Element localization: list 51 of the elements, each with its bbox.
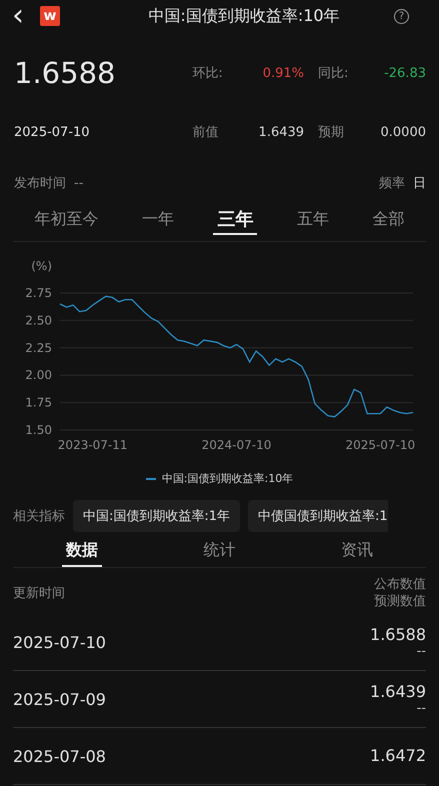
range-tab[interactable]: 全部 [368, 207, 408, 235]
y-axis-label: 1.75 [25, 396, 52, 410]
table-cell: 1.6472 [370, 746, 426, 766]
frequency-label: 频率 [379, 175, 405, 192]
data-tab[interactable]: 数据 [62, 534, 102, 567]
table-cell: 2025-07-08 [13, 746, 106, 766]
table-cell: -- [416, 645, 426, 659]
current-value: 1.6588 [14, 56, 116, 90]
column-header: 更新时间 [13, 585, 65, 602]
range-tab[interactable]: 一年 [138, 207, 178, 235]
y-axis-label: 2.00 [25, 368, 52, 382]
release-time-label: 发布时间 [14, 175, 66, 192]
stat-label: 同比: [318, 65, 350, 82]
release-date: 2025-07-10 [14, 124, 91, 140]
x-axis-label: 2023-07-11 [58, 438, 128, 452]
table-cell: 2025-07-09 [13, 690, 106, 708]
related-indicator[interactable]: 中债国债到期收益率:1 [248, 500, 388, 532]
stat-value: -26.83 [383, 66, 426, 80]
data-tab[interactable]: 资讯 [337, 534, 378, 567]
column-header: 公布数值 [374, 576, 426, 593]
y-axis-label: 2.50 [25, 313, 52, 328]
back-button[interactable]: ‹ [12, 1, 34, 31]
y-axis-label: 1.50 [25, 423, 52, 437]
x-axis-label: 2024-07-10 [202, 438, 272, 452]
page-title: 中国:国债到期收益率:10年 [147, 6, 341, 26]
data-tab[interactable]: 统计 [199, 534, 240, 567]
x-axis-label: 2025-07-10 [345, 438, 416, 452]
table-cell: -- [416, 702, 426, 716]
stat-value: 0.0000 [380, 124, 426, 140]
release-time-value: -- [74, 176, 84, 190]
table-cell: 1.6588 [370, 625, 426, 645]
axis-unit-label: (%) [31, 259, 52, 273]
y-axis-label: 2.75 [25, 286, 52, 300]
range-tab[interactable]: 五年 [292, 207, 333, 235]
range-tab[interactable]: 年初至今 [30, 207, 103, 235]
stat-label: 预期 [318, 124, 346, 141]
legend-label: 中国:国债到期收益率:10年 [162, 471, 294, 486]
range-tab[interactable]: 三年 [213, 207, 258, 235]
table-cell: 1.6439 [370, 682, 426, 702]
related-indicator[interactable]: 中国:国债到期收益率:1年 [73, 500, 240, 532]
app-logo: w [40, 6, 60, 26]
y-axis-label: 2.25 [25, 340, 52, 355]
stat-label: 环比: [192, 65, 224, 82]
frequency-value: 日 [413, 175, 426, 192]
column-header: 预测数值 [374, 593, 426, 610]
table-cell: 2025-07-10 [13, 632, 106, 652]
related-label: 相关指标 [13, 508, 65, 525]
stat-value: 0.91% [262, 66, 304, 80]
stat-value: 1.6439 [258, 124, 304, 140]
help-icon[interactable]: ? [394, 8, 409, 24]
stat-label: 前值 [192, 124, 220, 141]
